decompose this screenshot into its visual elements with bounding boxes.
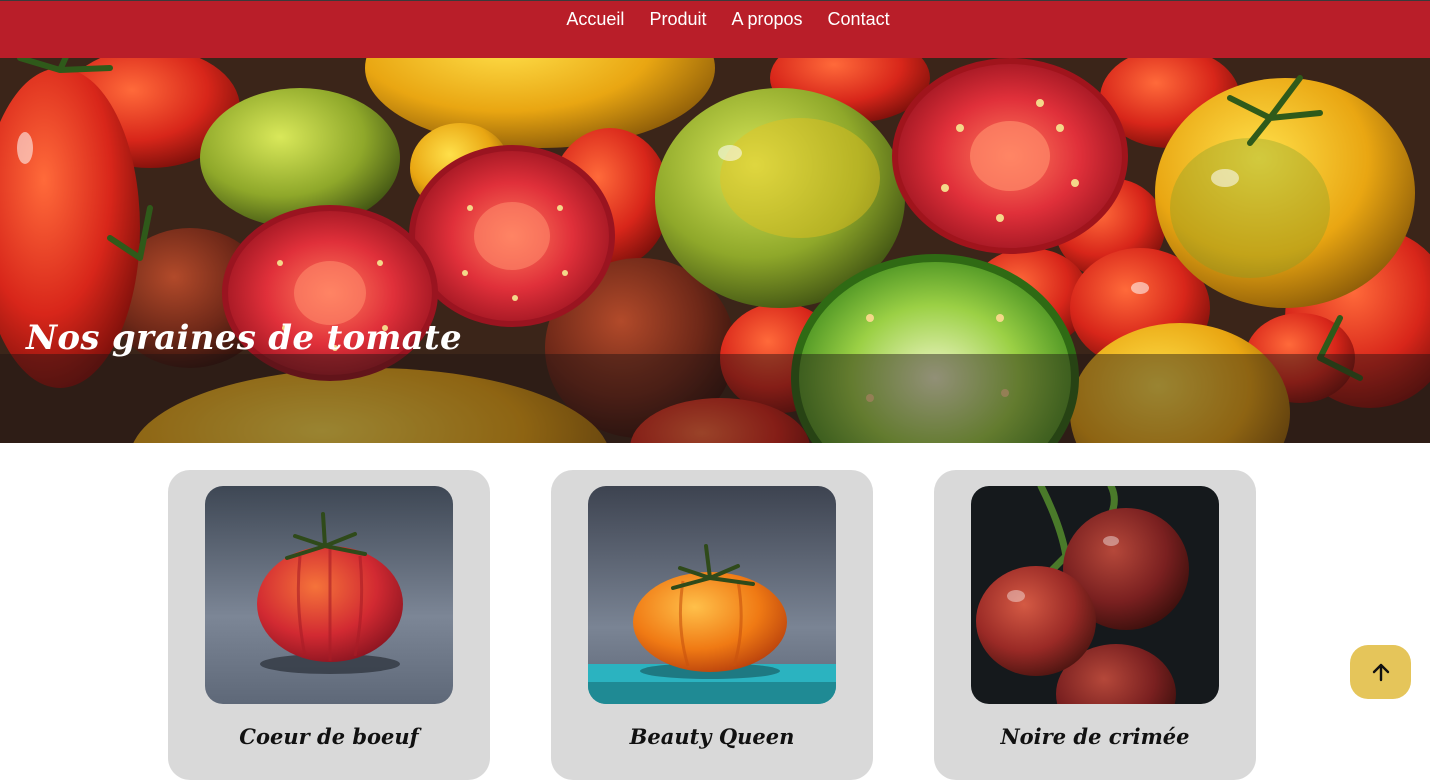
product-name: Coeur de boeuf (239, 724, 419, 749)
nav-links: Accueil Produit A propos Contact (0, 9, 1430, 30)
navbar: Accueil Produit A propos Contact (0, 1, 1430, 58)
product-image (205, 486, 453, 704)
product-card[interactable]: Coeur de boeuf (168, 470, 490, 780)
product-image (971, 486, 1219, 704)
nav-link-produit[interactable]: Produit (649, 9, 706, 30)
hero-title: Nos graines de tomate (26, 318, 462, 358)
nav-link-accueil[interactable]: Accueil (566, 9, 624, 30)
product-card[interactable]: Beauty Queen (551, 470, 873, 780)
nav-link-contact[interactable]: Contact (828, 9, 890, 30)
arrow-up-icon (1372, 663, 1389, 682)
scroll-top-button[interactable] (1350, 645, 1411, 699)
nav-link-a-propos[interactable]: A propos (731, 9, 802, 30)
product-card[interactable]: Noire de crimée (934, 470, 1256, 780)
product-image (588, 486, 836, 704)
product-cards: Coeur de boeuf Beauty Queen Noire de cri… (0, 470, 1430, 780)
hero-section (0, 58, 1430, 443)
hero-title-banner (0, 354, 1430, 443)
product-name: Noire de crimée (1000, 724, 1190, 749)
product-name: Beauty Queen (629, 724, 795, 749)
